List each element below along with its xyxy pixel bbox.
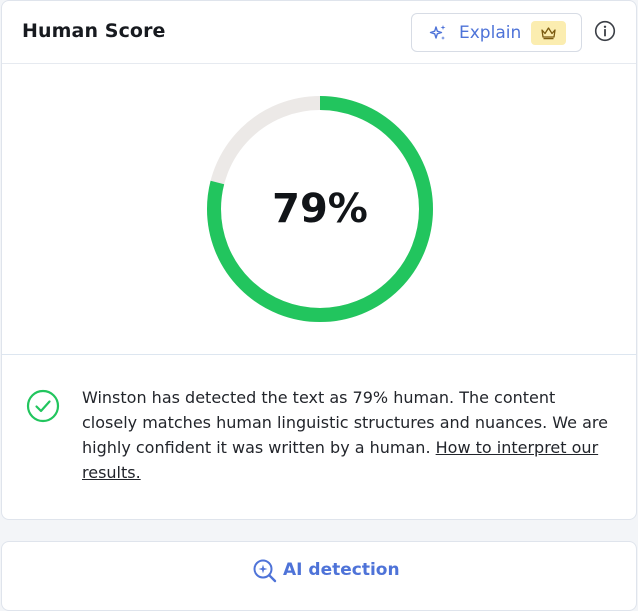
crown-icon: [541, 27, 556, 40]
explain-button[interactable]: Explain: [411, 13, 582, 52]
human-score-card: Human Score Explain 79% Winston has dete…: [1, 0, 637, 520]
card-title: Human Score: [22, 20, 166, 42]
result-description: Winston has detected the text as 79% hum…: [82, 385, 612, 485]
score-percentage: 79%: [272, 186, 368, 232]
score-gauge-area: 79%: [2, 64, 636, 354]
result-section: Winston has detected the text as 79% hum…: [2, 355, 636, 520]
ai-detection-button[interactable]: AI detection: [250, 555, 400, 585]
explain-label: Explain: [459, 23, 522, 43]
ai-detection-card: AI detection: [1, 541, 637, 611]
magnifier-ai-icon: [253, 559, 277, 583]
card-header: Human Score Explain: [2, 1, 636, 64]
ai-detection-label: AI detection: [283, 560, 400, 580]
info-icon[interactable]: [594, 20, 616, 42]
sparkle-icon: [429, 25, 446, 40]
premium-badge: [531, 21, 566, 45]
check-circle-icon: [26, 389, 60, 423]
